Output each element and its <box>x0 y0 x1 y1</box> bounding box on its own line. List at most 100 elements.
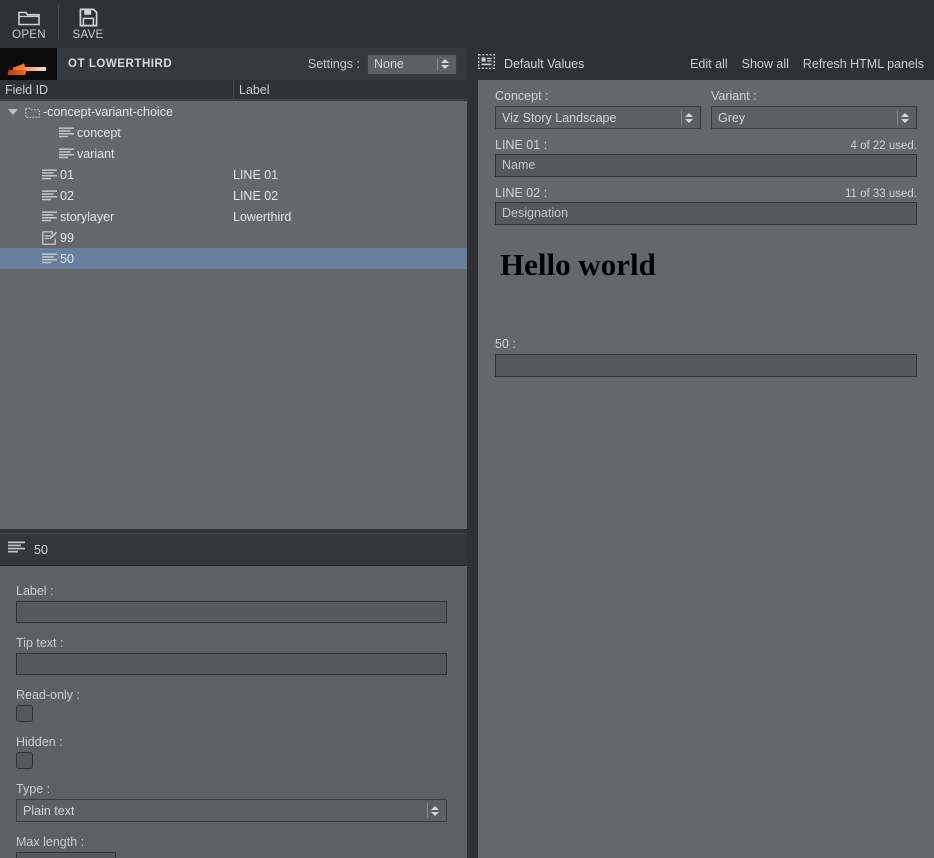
hidden-checkbox[interactable] <box>16 752 33 769</box>
type-dropdown[interactable]: Plain text <box>16 799 447 822</box>
default-values-body: Concept : Viz Story Landscape Variant : … <box>478 80 934 858</box>
read-only-label: Read-only : <box>16 688 80 702</box>
tree-row-label: LINE 01 <box>233 167 279 182</box>
concept-variant-row: Concept : Viz Story Landscape Variant : … <box>495 89 917 129</box>
line01-label-row: LINE 01 : 4 of 22 used. <box>495 138 917 152</box>
tree-row-99[interactable]: 99 <box>0 227 467 248</box>
tree-row-01[interactable]: 01 LINE 01 <box>0 164 467 185</box>
tree-row-variant[interactable]: variant <box>0 143 467 164</box>
save-button[interactable]: SAVE <box>59 0 117 48</box>
label-field-label: Label : <box>16 584 54 598</box>
settings-group: Settings : None <box>307 53 467 75</box>
scene-thumbnail[interactable] <box>0 48 57 80</box>
tree-row-label: Lowerthird <box>233 209 292 224</box>
document-bar: OT LOWERTHIRD Settings : None <box>0 48 467 80</box>
tree-row-storylayer[interactable]: storylayer Lowerthird <box>0 206 467 227</box>
tree-row-field-id: 99 <box>60 230 74 245</box>
expand-caret-icon[interactable] <box>5 108 21 115</box>
tree-row-field-id: 02 <box>60 188 74 203</box>
document-title: OT LOWERTHIRD <box>68 58 173 70</box>
main-toolbar: OPEN SAVE <box>0 0 934 48</box>
left-panel: OT LOWERTHIRD Settings : None Field ID L… <box>0 48 467 858</box>
show-all-link[interactable]: Show all <box>742 57 789 71</box>
line01-label: LINE 01 : <box>495 138 548 152</box>
column-header-field-id[interactable]: Field ID <box>0 83 233 97</box>
properties-panel: Label : Tip text : Read-only : Hidden : … <box>0 566 467 858</box>
rich-text-edit-icon <box>38 230 60 245</box>
html-panel-icon <box>477 53 496 74</box>
text-lines-icon <box>55 147 77 160</box>
field50-row: 50 : <box>495 337 917 377</box>
tip-text-row: Tip text : <box>16 636 447 675</box>
line02-row: LINE 02 : 11 of 33 used. Designation <box>495 186 917 225</box>
tree-row-concept-variant-choice[interactable]: -concept-variant-choice <box>0 101 467 122</box>
type-row: Type : Plain text <box>16 782 447 822</box>
concept-dropdown-value: Viz Story Landscape <box>502 110 617 125</box>
label-input[interactable] <box>16 601 447 623</box>
variant-dropdown-value: Grey <box>718 110 746 125</box>
tree-row-field-id: -concept-variant-choice <box>43 104 173 119</box>
read-only-checkbox[interactable] <box>16 705 33 722</box>
tree-row-field-id: 01 <box>60 167 74 182</box>
settings-label: Settings : <box>307 57 360 71</box>
variant-group: Variant : Grey <box>711 89 917 129</box>
application-window: OPEN SAVE OT LOWERTHIRD Settings: None … <box>0 0 934 858</box>
open-button[interactable]: OPEN <box>0 0 58 48</box>
text-lines-icon <box>38 168 60 181</box>
save-button-label: SAVE <box>72 29 104 41</box>
tree-row-field-id: variant <box>77 146 115 161</box>
max-length-label: Max length : <box>16 835 85 849</box>
tree-row-02[interactable]: 02 LINE 02 <box>0 185 467 206</box>
type-dropdown-value: Plain text <box>23 803 75 818</box>
tip-text-label: Tip text : <box>16 636 64 650</box>
settings-dropdown-value: None <box>374 57 404 71</box>
field50-input[interactable] <box>495 354 917 377</box>
variant-dropdown[interactable]: Grey <box>711 106 917 129</box>
text-lines-icon <box>55 126 77 139</box>
thumbnail-graphic-accent <box>7 70 27 75</box>
refresh-html-panels-link[interactable]: Refresh HTML panels <box>803 57 924 71</box>
text-lines-icon <box>38 210 60 223</box>
chevron-updown-icon <box>428 800 442 821</box>
tree-row-field-id: storylayer <box>60 209 115 224</box>
variant-label: Variant : <box>711 89 757 103</box>
properties-header: 50 <box>0 533 467 566</box>
line02-label: LINE 02 : <box>495 186 548 200</box>
line02-label-row: LINE 02 : 11 of 33 used. <box>495 186 917 200</box>
chevron-updown-icon <box>682 107 696 128</box>
tree-row-concept[interactable]: concept <box>0 122 467 143</box>
folder-open-icon <box>18 6 40 28</box>
line02-char-count: 11 of 33 used. <box>844 188 917 200</box>
read-only-row: Read-only : <box>16 688 447 722</box>
tip-text-input[interactable] <box>16 653 447 675</box>
field50-label: 50 : <box>495 337 516 351</box>
settings-dropdown[interactable]: None <box>367 53 457 75</box>
chevron-updown-icon <box>438 55 452 74</box>
tree-row-50[interactable]: 50 <box>0 248 467 269</box>
tree-row-field-id: concept <box>77 125 121 140</box>
edit-all-link[interactable]: Edit all <box>690 57 728 71</box>
folder-dashed-icon <box>21 106 43 118</box>
tree-row-label: LINE 02 <box>233 188 279 203</box>
text-lines-icon <box>38 189 60 202</box>
concept-group: Concept : Viz Story Landscape <box>495 89 701 129</box>
tree-column-headers: Field ID Label <box>0 79 467 100</box>
line02-input[interactable]: Designation <box>495 202 917 225</box>
label-field-row: Label : <box>16 584 447 623</box>
default-values-title: Default Values <box>504 57 585 71</box>
line01-char-count: 4 of 22 used. <box>850 140 918 152</box>
preview-area: Hello world <box>495 247 917 337</box>
line01-row: LINE 01 : 4 of 22 used. Name <box>495 138 917 177</box>
max-length-input[interactable] <box>16 852 116 858</box>
text-lines-icon <box>38 252 60 265</box>
preview-text: Hello world <box>500 247 656 282</box>
open-button-label: OPEN <box>12 29 46 41</box>
field-tree[interactable]: -concept-variant-choice concept variant 01 L… <box>0 101 467 529</box>
type-label: Type : <box>16 782 51 796</box>
concept-dropdown[interactable]: Viz Story Landscape <box>495 106 701 129</box>
column-header-label[interactable]: Label <box>233 79 467 100</box>
text-lines-icon <box>8 541 25 559</box>
line01-input[interactable]: Name <box>495 154 917 177</box>
floppy-disk-icon <box>79 6 98 28</box>
panel-action-links: Edit all Show all Refresh HTML panels <box>690 57 934 71</box>
